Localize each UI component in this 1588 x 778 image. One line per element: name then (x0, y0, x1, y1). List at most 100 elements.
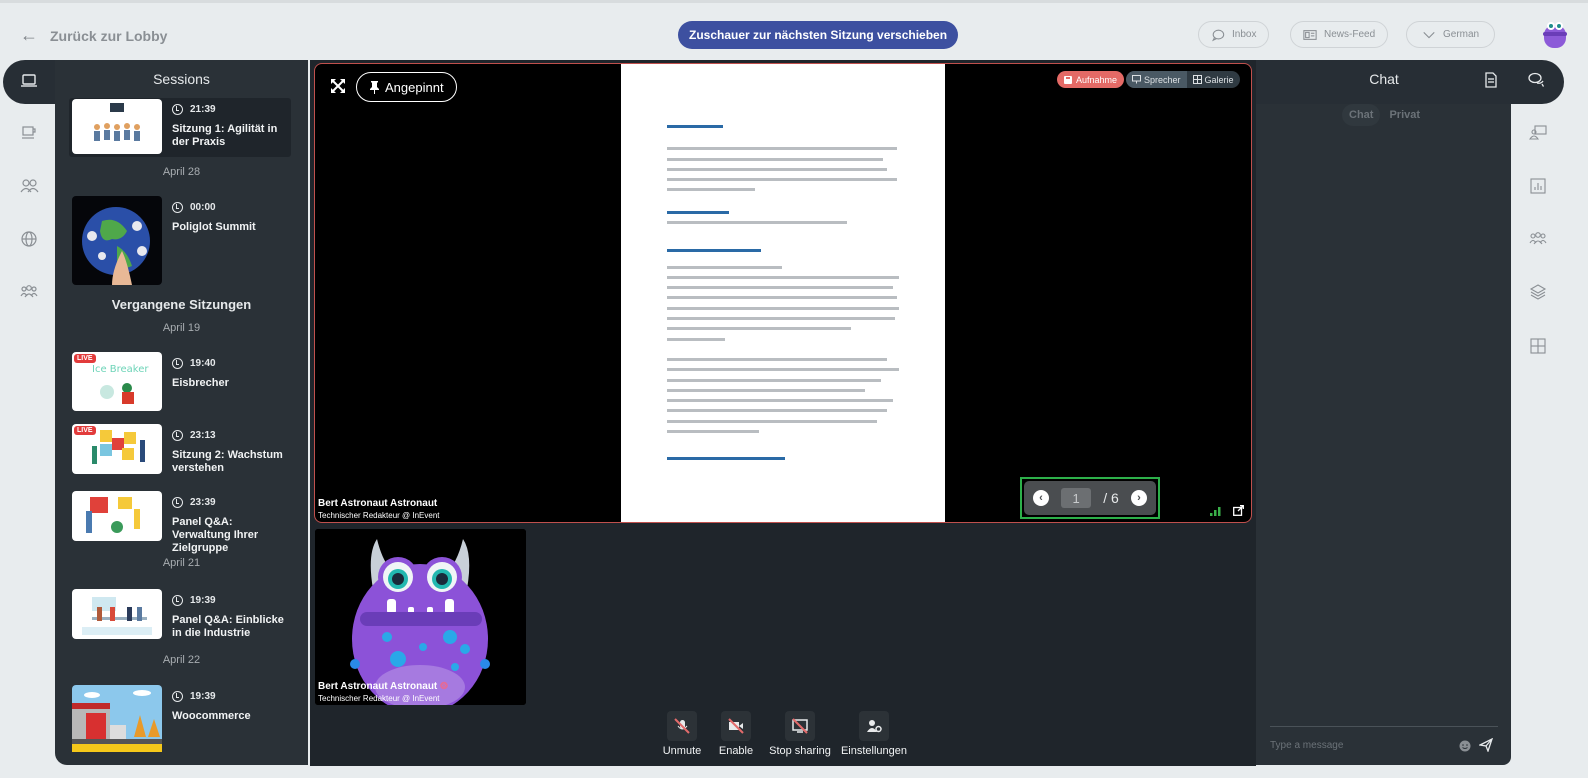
date-label: April 22 (162, 654, 201, 666)
screen-share-off-icon (792, 718, 808, 734)
stop-sharing-label: Stop sharing (769, 745, 831, 757)
session-item[interactable]: Ice Breaker LIVE 19:40 Eisbrecher (69, 352, 291, 412)
unmute-button[interactable]: Unmute (652, 707, 712, 766)
session-title: Panel Q&A: Verwaltung Ihrer Zielgruppe (172, 516, 259, 554)
participant-video-tile[interactable]: Bert Astronaut Astronaut ⨷ Technischer R… (315, 529, 526, 705)
expand-icon[interactable] (331, 79, 345, 93)
inbox-button[interactable]: Inbox (1198, 21, 1270, 48)
media-controls: Unmute Enable Stop sharing Einstellungen (310, 707, 1256, 766)
back-to-lobby-link[interactable]: ← Zurück zur Lobby (20, 25, 167, 46)
presenter-name-tag: Bert Astronaut Astronaut Technischer Red… (318, 498, 440, 520)
arrow-left-icon: ← (20, 25, 38, 45)
chevron-down-icon (1423, 31, 1435, 38)
coffee-cup-icon[interactable] (19, 122, 39, 142)
live-badge: LIVE (74, 354, 96, 363)
chat-divider (1270, 726, 1498, 727)
message-input[interactable] (1270, 735, 1450, 755)
next-page-button[interactable]: › (1131, 490, 1147, 506)
user-settings-icon (867, 720, 882, 733)
speaker-view-button[interactable]: Sprecher (1126, 71, 1187, 88)
gallery-label: Galerie (1204, 74, 1234, 85)
grid-icon (1192, 75, 1202, 84)
view-toggle: Sprecher Galerie (1126, 71, 1240, 88)
participant-name-tag: Bert Astronaut Astronaut ⨷ Technischer R… (318, 681, 448, 703)
presenter-name: Bert Astronaut Astronaut (318, 498, 438, 509)
participant-role: Technischer Redakteur @ InEvent (318, 694, 440, 703)
session-thumbnail: Ice Breaker LIVE (72, 352, 162, 411)
pinned-button[interactable]: Angepinnt (356, 72, 457, 102)
session-item[interactable]: 00:00 Poliglot Summit (69, 196, 291, 286)
participant-name: Bert Astronaut Astronaut (318, 681, 438, 692)
session-item[interactable]: 19:39 Panel Q&A: Einblicke in die Indust… (69, 589, 291, 640)
date-label: April 19 (162, 322, 201, 334)
user-avatar[interactable] (1541, 19, 1569, 49)
settings-button[interactable]: Einstellungen (834, 707, 914, 766)
session-thumbnail (72, 589, 162, 639)
session-thumbnail (72, 685, 162, 752)
left-nav-rail (0, 60, 63, 778)
poll-chart-icon[interactable] (1529, 177, 1547, 195)
mic-off-icon (674, 718, 690, 734)
session-item[interactable]: 23:39 Panel Q&A: Verwaltung Ihrer Zielgr… (69, 491, 291, 554)
pinned-label: Angepinnt (385, 79, 444, 95)
main-video-tile: Angepinnt ‹ 1 / 6 › Aufnahme Sprecher Ga… (314, 63, 1252, 523)
session-thumbnail (72, 99, 162, 154)
move-viewers-button[interactable]: Zuschauer zur nächsten Sitzung verschieb… (678, 21, 959, 49)
pin-icon (370, 80, 379, 94)
enable-camera-button[interactable]: Enable (706, 707, 766, 766)
chat-tabs: Chat Privat (1342, 104, 1427, 126)
session-time: 23:13 (190, 430, 216, 441)
session-time: 00:00 (190, 202, 216, 213)
monster-avatar (315, 529, 526, 705)
group-icon[interactable] (19, 282, 39, 302)
presenter-board-icon[interactable] (1528, 124, 1547, 142)
session-time: 19:39 (190, 691, 216, 702)
language-select[interactable]: German (1406, 21, 1496, 48)
session-time: 21:39 (190, 104, 216, 115)
news-feed-button[interactable]: News-Feed (1290, 21, 1389, 48)
language-label: German (1443, 29, 1480, 40)
document-icon[interactable] (1483, 72, 1499, 88)
stop-sharing-button[interactable]: Stop sharing (760, 707, 840, 766)
muted-mic-icon: ⨷ (440, 681, 448, 692)
session-thumbnail: LIVE (72, 424, 162, 474)
top-bar: ← Zurück zur Lobby Zuschauer zur nächste… (0, 0, 1588, 60)
session-title: Sitzung 1: Agilität in der Praxis (172, 123, 278, 148)
layout-grid-icon[interactable] (1529, 337, 1547, 355)
live-badge: LIVE (74, 426, 96, 435)
enable-label: Enable (718, 745, 754, 757)
session-item[interactable]: 19:39 Woocommerce (69, 685, 291, 753)
settings-label: Einstellungen (840, 745, 908, 757)
unmute-label: Unmute (662, 745, 702, 757)
page-navigator: ‹ / 6 › (1020, 477, 1160, 519)
attendees-icon[interactable] (1529, 230, 1547, 248)
globe-icon[interactable] (19, 229, 39, 249)
previous-page-button[interactable]: ‹ (1033, 490, 1049, 506)
tab-chat[interactable]: Chat (1342, 104, 1381, 126)
session-thumbnail (72, 196, 162, 285)
emoji-icon[interactable] (1459, 740, 1471, 752)
newspaper-icon (1303, 29, 1317, 40)
camera-off-icon (728, 718, 744, 734)
session-title: Eisbrecher (172, 377, 229, 389)
chat-bubbles-icon[interactable] (1528, 72, 1544, 88)
tab-private[interactable]: Privat (1382, 104, 1427, 126)
past-sessions-heading: Vergangene Sitzungen (111, 297, 252, 312)
back-label: Zurück zur Lobby (50, 27, 168, 44)
save-icon (1064, 75, 1072, 84)
layers-icon[interactable] (1529, 283, 1547, 301)
users-icon[interactable] (19, 176, 39, 196)
gallery-view-button[interactable]: Galerie (1187, 71, 1240, 88)
laptop-icon[interactable] (19, 71, 39, 91)
session-time: 19:39 (190, 595, 216, 606)
session-time: 19:40 (190, 358, 216, 369)
page-number-input[interactable] (1061, 488, 1092, 508)
session-item[interactable]: 21:39 Sitzung 1: Agilität in der Praxis (69, 98, 291, 157)
send-icon[interactable] (1479, 738, 1493, 752)
page-total: / 6 (1103, 490, 1119, 506)
recording-button[interactable]: Aufnahme (1057, 71, 1125, 88)
session-item[interactable]: LIVE 23:13 Sitzung 2: Wachstum verstehen (69, 424, 291, 475)
shared-document: ‹ / 6 › (621, 64, 1160, 522)
popout-icon[interactable] (1233, 505, 1244, 516)
clock-icon (172, 497, 183, 508)
